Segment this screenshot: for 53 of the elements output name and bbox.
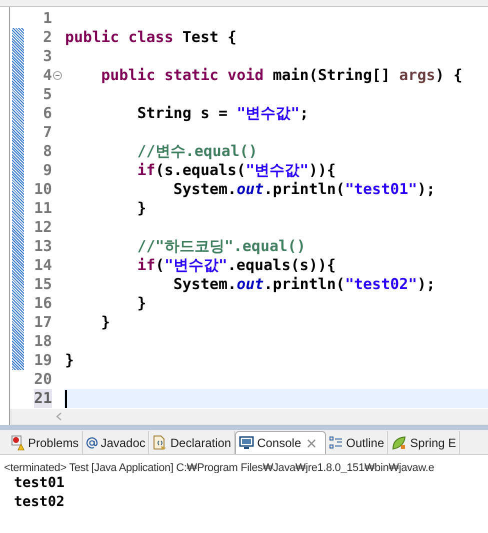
- panel-tab[interactable]: Javadoc: [82, 431, 150, 454]
- code-line: System.out.println("test02");: [172, 275, 436, 294]
- line-number: 1: [42, 9, 52, 28]
- panel-tab[interactable]: Spring E: [388, 431, 460, 454]
- fold-icon[interactable]: [53, 71, 62, 80]
- panel-tab[interactable]: Console: [235, 431, 326, 454]
- line-number: 10: [34, 180, 52, 199]
- line-number: 6: [42, 104, 52, 123]
- line-number: 15: [34, 275, 52, 294]
- code-line: //변수.equal(): [136, 142, 258, 161]
- at-sign-icon: [86, 436, 98, 448]
- code-line: }: [136, 199, 146, 218]
- panel-tab[interactable]: Declaration: [149, 431, 236, 454]
- monitor-icon: [239, 436, 254, 450]
- line-number: 21: [34, 389, 52, 408]
- line-number: 3: [42, 47, 52, 66]
- code-line: public static void main(String[] args) {: [100, 66, 462, 85]
- warning-icon: [11, 434, 25, 450]
- code-line: if(s.equals("변수값")){: [136, 161, 336, 180]
- horizontal-scrollbar[interactable]: [12, 409, 488, 424]
- line-number: 2: [42, 28, 52, 47]
- document-icon: [152, 434, 168, 450]
- line-number: 9: [42, 161, 52, 180]
- line-number: 11: [34, 199, 52, 218]
- console-output-line: test02: [14, 493, 65, 512]
- code-line: //"하드코딩".equal(): [136, 237, 306, 256]
- leaf-icon: [391, 434, 408, 450]
- console-output-line: test01: [14, 474, 65, 493]
- line-number: 8: [42, 142, 52, 161]
- line-number: 18: [34, 332, 52, 351]
- code-line: }: [100, 313, 110, 332]
- line-number: 20: [34, 370, 52, 389]
- code-line: }: [65, 351, 74, 370]
- close-icon[interactable]: [307, 438, 316, 448]
- panel-tab[interactable]: Problems: [8, 431, 83, 454]
- line-number: 19: [34, 351, 52, 370]
- code-line: String s = "변수값";: [136, 104, 309, 123]
- line-number: 12: [34, 218, 52, 237]
- line-number: 7: [42, 123, 52, 142]
- code-line: }: [136, 294, 146, 313]
- panel-tab[interactable]: Outline: [326, 431, 388, 454]
- line-number: 5: [42, 85, 52, 104]
- line-number: 14: [34, 256, 52, 275]
- outline-icon: [329, 436, 344, 450]
- console-status: <terminated> Test [Java Application] C:₩Program Files₩Java₩jre1.8.0_151₩bin₩javaw.e: [4, 462, 434, 473]
- code-line: if("변수값".equals(s)){: [136, 256, 336, 275]
- code-line: public class Test {: [65, 28, 237, 47]
- line-number: 4: [42, 66, 52, 85]
- line-number: 17: [34, 313, 52, 332]
- line-number: 13: [34, 237, 52, 256]
- code-line: System.out.println("test01");: [172, 180, 436, 199]
- line-number: 16: [34, 294, 52, 313]
- text-cursor: [65, 390, 67, 408]
